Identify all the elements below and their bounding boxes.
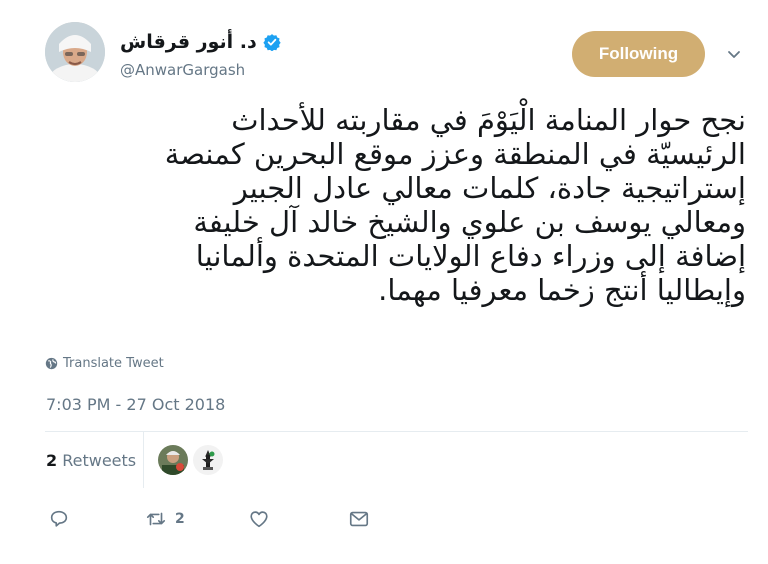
following-button[interactable]: Following	[572, 31, 705, 77]
retweet-action-count: 2	[175, 511, 185, 527]
stats-separator	[143, 432, 144, 488]
retweeter-avatar[interactable]	[158, 445, 188, 475]
tweet-text: نجح حوار المنامة الْيَوْمَ في مقاربته لل…	[46, 103, 746, 307]
translate-tweet-link[interactable]: Translate Tweet	[45, 356, 164, 371]
reply-button[interactable]	[48, 508, 70, 530]
envelope-icon	[349, 511, 369, 527]
retweeter-avatar[interactable]	[193, 445, 223, 475]
direct-message-button[interactable]	[348, 508, 370, 530]
tweet-timestamp[interactable]: 7:03 PM - 27 Oct 2018	[46, 395, 225, 414]
translate-label[interactable]: Translate Tweet	[63, 356, 164, 371]
tweet-line: ومعالي يوسف بن علوي والشيخ خالد آل خليفة	[193, 205, 746, 239]
heart-icon	[250, 511, 268, 528]
retweeter-avatar-image	[193, 445, 223, 475]
user-handle[interactable]: @AnwarGargash	[120, 61, 245, 79]
retweet-stats[interactable]: 2 Retweets	[46, 451, 136, 470]
divider	[45, 431, 748, 432]
tweet-line: إستراتيجية جادة، كلمات معالي عادل الجبير	[233, 171, 746, 205]
retweet-label[interactable]: Retweets	[62, 451, 136, 470]
retweet-button[interactable]: 2	[145, 508, 185, 530]
reply-icon	[50, 510, 68, 527]
avatar-image	[45, 22, 105, 82]
chevron-down-icon[interactable]	[726, 46, 742, 62]
retweet-count[interactable]: 2	[46, 451, 57, 470]
globe-icon	[45, 357, 58, 370]
profile-avatar[interactable]	[45, 22, 105, 82]
tweet-line: وإيطاليا أنتج زخما معرفيا مهما.	[378, 273, 746, 307]
retweeter-avatar-image	[158, 445, 188, 475]
tweet-line: نجح حوار المنامة الْيَوْمَ في مقاربته لل…	[231, 103, 746, 137]
user-name[interactable]: د. أنور قرقاش	[120, 31, 257, 53]
tweet-actions: 2	[0, 508, 768, 532]
user-name-row[interactable]: د. أنور قرقاش	[120, 29, 281, 55]
retweet-icon	[146, 512, 166, 526]
tweet-line: إضافة إلى وزراء دفاع الولايات المتحدة وأ…	[195, 239, 746, 273]
like-button[interactable]	[248, 508, 270, 530]
verified-badge-icon	[263, 34, 281, 51]
tweet-line: الرئيسيّة في المنطقة وعزز موقع البحرين ك…	[164, 137, 746, 171]
